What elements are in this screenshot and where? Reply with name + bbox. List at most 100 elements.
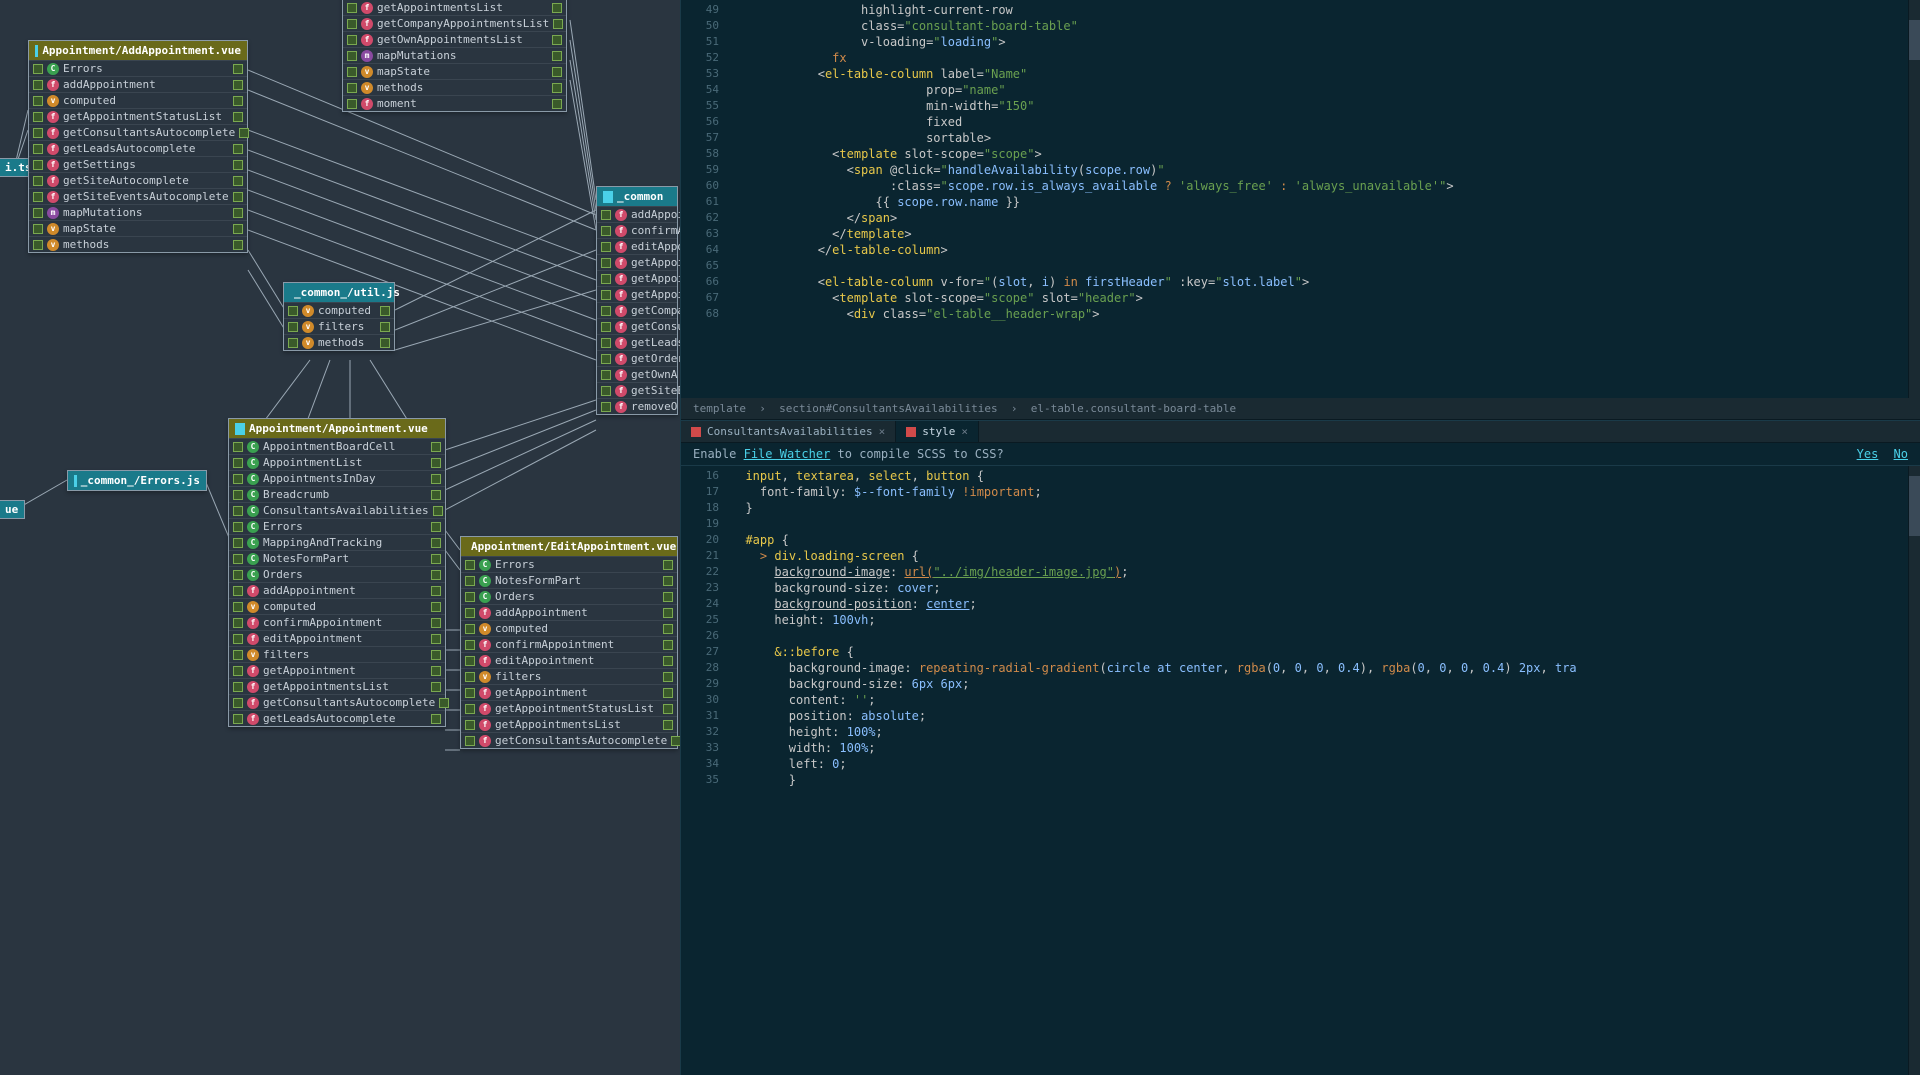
graph-node-header[interactable]: _common_/Errors.js bbox=[68, 471, 206, 490]
port-left-icon[interactable] bbox=[233, 586, 243, 596]
graph-node-item[interactable]: fconfirmAp bbox=[597, 222, 677, 238]
port-left-icon[interactable] bbox=[347, 67, 357, 77]
port-right-icon[interactable] bbox=[663, 560, 673, 570]
port-left-icon[interactable] bbox=[601, 242, 611, 252]
graph-node-item[interactable]: vmapState bbox=[343, 63, 566, 79]
port-right-icon[interactable] bbox=[233, 208, 243, 218]
graph-node-item[interactable]: CErrors bbox=[461, 556, 677, 572]
code-content[interactable]: highlight-current-row class="consultant-… bbox=[727, 0, 1908, 398]
port-right-icon[interactable] bbox=[663, 640, 673, 650]
port-right-icon[interactable] bbox=[431, 586, 441, 596]
graph-node-item[interactable]: CNotesFormPart bbox=[229, 550, 445, 566]
graph-node-header[interactable]: Appointment/AddAppointment.vue bbox=[29, 41, 247, 60]
port-left-icon[interactable] bbox=[33, 192, 43, 202]
port-right-icon[interactable] bbox=[431, 618, 441, 628]
port-left-icon[interactable] bbox=[601, 306, 611, 316]
graph-node-item[interactable]: fgetCompanyAppointmentsList bbox=[343, 15, 566, 31]
graph-node-item[interactable]: fgetAppoi bbox=[597, 286, 677, 302]
graph-node-item[interactable]: vmapState bbox=[29, 220, 247, 236]
port-right-icon[interactable] bbox=[663, 624, 673, 634]
port-right-icon[interactable] bbox=[671, 736, 680, 746]
port-right-icon[interactable] bbox=[431, 522, 441, 532]
graph-node-item[interactable]: fconfirmAppointment bbox=[229, 614, 445, 630]
graph-node-item[interactable]: CMappingAndTracking bbox=[229, 534, 445, 550]
graph-node-item[interactable]: fgetAppointmentsList bbox=[229, 678, 445, 694]
port-left-icon[interactable] bbox=[233, 522, 243, 532]
port-right-icon[interactable] bbox=[233, 192, 243, 202]
port-left-icon[interactable] bbox=[347, 19, 357, 29]
graph-node[interactable]: _common_/Errors.js bbox=[67, 470, 207, 491]
code-content[interactable]: input, textarea, select, button { font-f… bbox=[727, 466, 1908, 1075]
port-left-icon[interactable] bbox=[233, 650, 243, 660]
port-left-icon[interactable] bbox=[233, 554, 243, 564]
port-left-icon[interactable] bbox=[347, 35, 357, 45]
graph-node-item[interactable]: vcomputed bbox=[229, 598, 445, 614]
graph-node-item[interactable]: faddAppointment bbox=[29, 76, 247, 92]
port-right-icon[interactable] bbox=[431, 714, 441, 724]
graph-node-item[interactable]: COrders bbox=[229, 566, 445, 582]
graph-node-item[interactable]: CErrors bbox=[29, 60, 247, 76]
graph-node-item[interactable]: fconfirmAppointment bbox=[461, 636, 677, 652]
close-icon[interactable]: × bbox=[879, 425, 886, 438]
graph-node[interactable]: _commonfaddAppoifconfirmApfeditAppoifget… bbox=[596, 186, 678, 415]
port-left-icon[interactable] bbox=[465, 672, 475, 682]
port-left-icon[interactable] bbox=[233, 474, 243, 484]
port-right-icon[interactable] bbox=[233, 112, 243, 122]
graph-node-item[interactable]: fgetAppointmentsList bbox=[343, 0, 566, 15]
breadcrumb-item[interactable]: section#ConsultantsAvailabilities bbox=[779, 402, 998, 415]
port-left-icon[interactable] bbox=[233, 682, 243, 692]
graph-node-item[interactable]: fgetConsultantsAutocomplete bbox=[29, 124, 247, 140]
port-left-icon[interactable] bbox=[233, 506, 243, 516]
port-right-icon[interactable] bbox=[233, 144, 243, 154]
port-right-icon[interactable] bbox=[663, 608, 673, 618]
graph-node-item[interactable]: vfilters bbox=[284, 318, 394, 334]
port-right-icon[interactable] bbox=[233, 240, 243, 250]
graph-node-item[interactable]: fmoment bbox=[343, 95, 566, 111]
graph-node-item[interactable]: fgetOwnA bbox=[597, 366, 677, 382]
graph-node-item[interactable]: faddAppointment bbox=[229, 582, 445, 598]
code-area-top[interactable]: 4950515253545556575859606162636465666768… bbox=[681, 0, 1920, 398]
port-left-icon[interactable] bbox=[465, 720, 475, 730]
prompt-yes-link[interactable]: Yes bbox=[1857, 447, 1879, 461]
graph-node-item[interactable]: vmethods bbox=[343, 79, 566, 95]
graph-node-item[interactable]: fgetAppointmentStatusList bbox=[461, 700, 677, 716]
port-left-icon[interactable] bbox=[465, 656, 475, 666]
port-right-icon[interactable] bbox=[663, 576, 673, 586]
port-right-icon[interactable] bbox=[552, 35, 562, 45]
port-left-icon[interactable] bbox=[601, 210, 611, 220]
port-right-icon[interactable] bbox=[431, 682, 441, 692]
port-right-icon[interactable] bbox=[663, 688, 673, 698]
port-left-icon[interactable] bbox=[33, 176, 43, 186]
port-right-icon[interactable] bbox=[233, 80, 243, 90]
port-right-icon[interactable] bbox=[431, 538, 441, 548]
port-left-icon[interactable] bbox=[465, 608, 475, 618]
port-left-icon[interactable] bbox=[233, 666, 243, 676]
port-left-icon[interactable] bbox=[601, 402, 611, 412]
graph-node-partial[interactable]: ue bbox=[0, 500, 25, 519]
close-icon[interactable]: × bbox=[961, 425, 968, 438]
port-left-icon[interactable] bbox=[347, 51, 357, 61]
port-right-icon[interactable] bbox=[663, 720, 673, 730]
graph-node[interactable]: Appointment/AddAppointment.vueCErrorsfad… bbox=[28, 40, 248, 253]
port-right-icon[interactable] bbox=[380, 306, 390, 316]
graph-node-item[interactable]: faddAppointment bbox=[461, 604, 677, 620]
editor-tab[interactable]: ConsultantsAvailabilities× bbox=[681, 421, 896, 442]
graph-node-header[interactable]: Appointment/Appointment.vue bbox=[229, 419, 445, 438]
graph-node-item[interactable]: fgetOwnAppointmentsList bbox=[343, 31, 566, 47]
port-right-icon[interactable] bbox=[431, 458, 441, 468]
port-left-icon[interactable] bbox=[347, 83, 357, 93]
editor-tab[interactable]: style× bbox=[896, 421, 979, 442]
graph-node[interactable]: _common_/util.jsvcomputedvfiltersvmethod… bbox=[283, 282, 395, 351]
port-left-icon[interactable] bbox=[233, 698, 243, 708]
graph-node-item[interactable]: vfilters bbox=[461, 668, 677, 684]
graph-node-item[interactable]: fgetAppoi bbox=[597, 254, 677, 270]
port-right-icon[interactable] bbox=[439, 698, 449, 708]
breadcrumb[interactable]: template › section#ConsultantsAvailabili… bbox=[681, 398, 1920, 420]
graph-node-item[interactable]: fgetConsultantsAutocomplete bbox=[229, 694, 445, 710]
port-left-icon[interactable] bbox=[347, 99, 357, 109]
port-right-icon[interactable] bbox=[431, 666, 441, 676]
port-left-icon[interactable] bbox=[465, 704, 475, 714]
port-right-icon[interactable] bbox=[233, 96, 243, 106]
port-right-icon[interactable] bbox=[431, 570, 441, 580]
scrollbar-vertical[interactable] bbox=[1908, 466, 1920, 1075]
